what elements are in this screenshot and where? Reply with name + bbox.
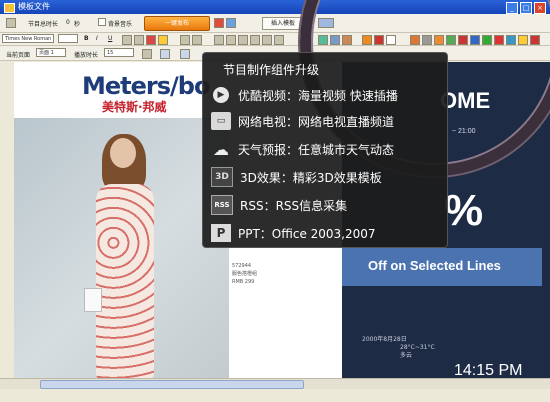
popup-item-youku[interactable]: ▶ 优酷视频：海量视频 快速插播 <box>211 85 398 105</box>
save-icon[interactable] <box>6 18 16 28</box>
italic-icon[interactable]: I <box>96 35 98 42</box>
publish-button[interactable]: 一键发布 <box>144 16 210 31</box>
bold-icon[interactable]: B <box>84 35 89 42</box>
stop-icon[interactable] <box>214 18 224 28</box>
weather-block: 2000年8月28日 28°C~31°C 多云 <box>362 336 435 360</box>
list-icon[interactable] <box>180 35 190 45</box>
bg-music-label: 背景音乐 <box>108 21 133 28</box>
table-icon[interactable] <box>226 35 236 45</box>
popup-item-label: 天气预报：任意城市天气动态 <box>238 142 395 157</box>
duration-input[interactable]: 15 <box>104 48 134 57</box>
segment-duration-value[interactable]: 0 <box>66 19 70 26</box>
brand-logo: Meters/bo <box>82 72 210 100</box>
insert-template-label: 插入模板 <box>270 20 295 27</box>
ppt-icon: P <box>211 224 231 242</box>
component-upgrade-popup: 节目制作组件升级 ▶ 优酷视频：海量视频 快速插播 ▭ 网络电视：网络电视直播频… <box>202 52 448 248</box>
popup-item-label: 优酷视频：海量视频 快速插播 <box>238 88 398 103</box>
indent-icon[interactable] <box>192 35 202 45</box>
popup-item-3d[interactable]: 3D 3D效果：精彩3D效果模板 <box>211 167 382 187</box>
product-price: RMB 299 <box>232 279 255 285</box>
popup-item-label: RSS：RSS信息采集 <box>240 198 348 213</box>
preview-banner-text: Off on Selected Lines <box>368 258 501 273</box>
brand-logo-cn: 美特斯·邦威 <box>102 100 167 114</box>
prev-page-icon[interactable] <box>142 49 152 59</box>
page-right-icon[interactable] <box>180 49 190 59</box>
window-title: 模板文件 <box>18 2 50 11</box>
model-figure <box>84 134 164 378</box>
rss-icon: RSS <box>211 195 233 215</box>
page-select[interactable]: 页面 1 <box>36 48 66 57</box>
bg-music-checkbox[interactable] <box>98 18 106 26</box>
preview-percent: % <box>444 186 484 235</box>
model-photo <box>14 118 229 378</box>
page-left-icon[interactable] <box>160 49 170 59</box>
scrollbar-thumb[interactable] <box>40 380 304 389</box>
horizontal-scrollbar[interactable] <box>0 378 550 389</box>
preview-banner: Off on Selected Lines <box>342 248 542 286</box>
popup-item-label: PPT：Office 2003,2007 <box>238 226 376 241</box>
app-window: 模板文件 _ □ × 节目总时长 0 秒 背景音乐 一键发布 插入模板 Time… <box>0 0 550 402</box>
font-select[interactable]: Times New Roman <box>2 34 54 43</box>
publish-label: 一键发布 <box>164 20 189 27</box>
product-name: 服色搭橙组 <box>232 271 258 277</box>
product-code: 572944 <box>232 263 252 269</box>
insert-template-button[interactable]: 插入模板 <box>262 17 304 30</box>
undo-icon[interactable] <box>250 35 260 45</box>
page-label: 当前页面 <box>6 52 31 59</box>
popup-item-weather[interactable]: ☁ 天气预报：任意城市天气动态 <box>211 139 394 159</box>
popup-title: 节目制作组件升级 <box>223 63 320 77</box>
weather-cloud-icon: ☁ <box>213 139 229 159</box>
highlight-icon[interactable] <box>158 35 168 45</box>
weather-temp: 28°C~31°C <box>400 344 435 351</box>
zoom-icon[interactable] <box>274 35 284 45</box>
product-info: 572944 服色搭橙组 RMB 299 <box>232 262 257 286</box>
preview-icon[interactable] <box>226 18 236 28</box>
popup-item-ppt[interactable]: P PPT：Office 2003,2007 <box>211 223 376 243</box>
font-color-icon[interactable] <box>146 35 156 45</box>
tv-icon: ▭ <box>211 112 231 130</box>
align-center-icon[interactable] <box>134 35 144 45</box>
3d-icon: 3D <box>211 167 233 187</box>
popup-item-label: 网络电视：网络电视直播频道 <box>238 114 395 129</box>
image-icon[interactable] <box>214 35 224 45</box>
redo-icon[interactable] <box>262 35 272 45</box>
font-size-select[interactable] <box>58 34 78 43</box>
duration-label: 播放时长 <box>74 52 99 59</box>
link-icon[interactable] <box>238 35 248 45</box>
app-icon <box>4 3 15 13</box>
segment-duration-label: 节目总时长 <box>28 21 59 28</box>
popup-item-rss[interactable]: RSS RSS：RSS信息采集 <box>211 195 347 215</box>
play-icon: ▶ <box>213 87 229 103</box>
underline-icon[interactable]: U <box>108 35 112 42</box>
popup-item-tv[interactable]: ▭ 网络电视：网络电视直播频道 <box>211 111 394 131</box>
popup-item-label: 3D效果：精彩3D效果模板 <box>240 170 382 185</box>
weather-date: 2000年8月28日 <box>362 336 407 343</box>
weather-desc: 多云 <box>400 352 413 359</box>
status-bar <box>0 389 550 402</box>
segment-duration-unit: 秒 <box>74 21 81 28</box>
align-left-icon[interactable] <box>122 35 132 45</box>
